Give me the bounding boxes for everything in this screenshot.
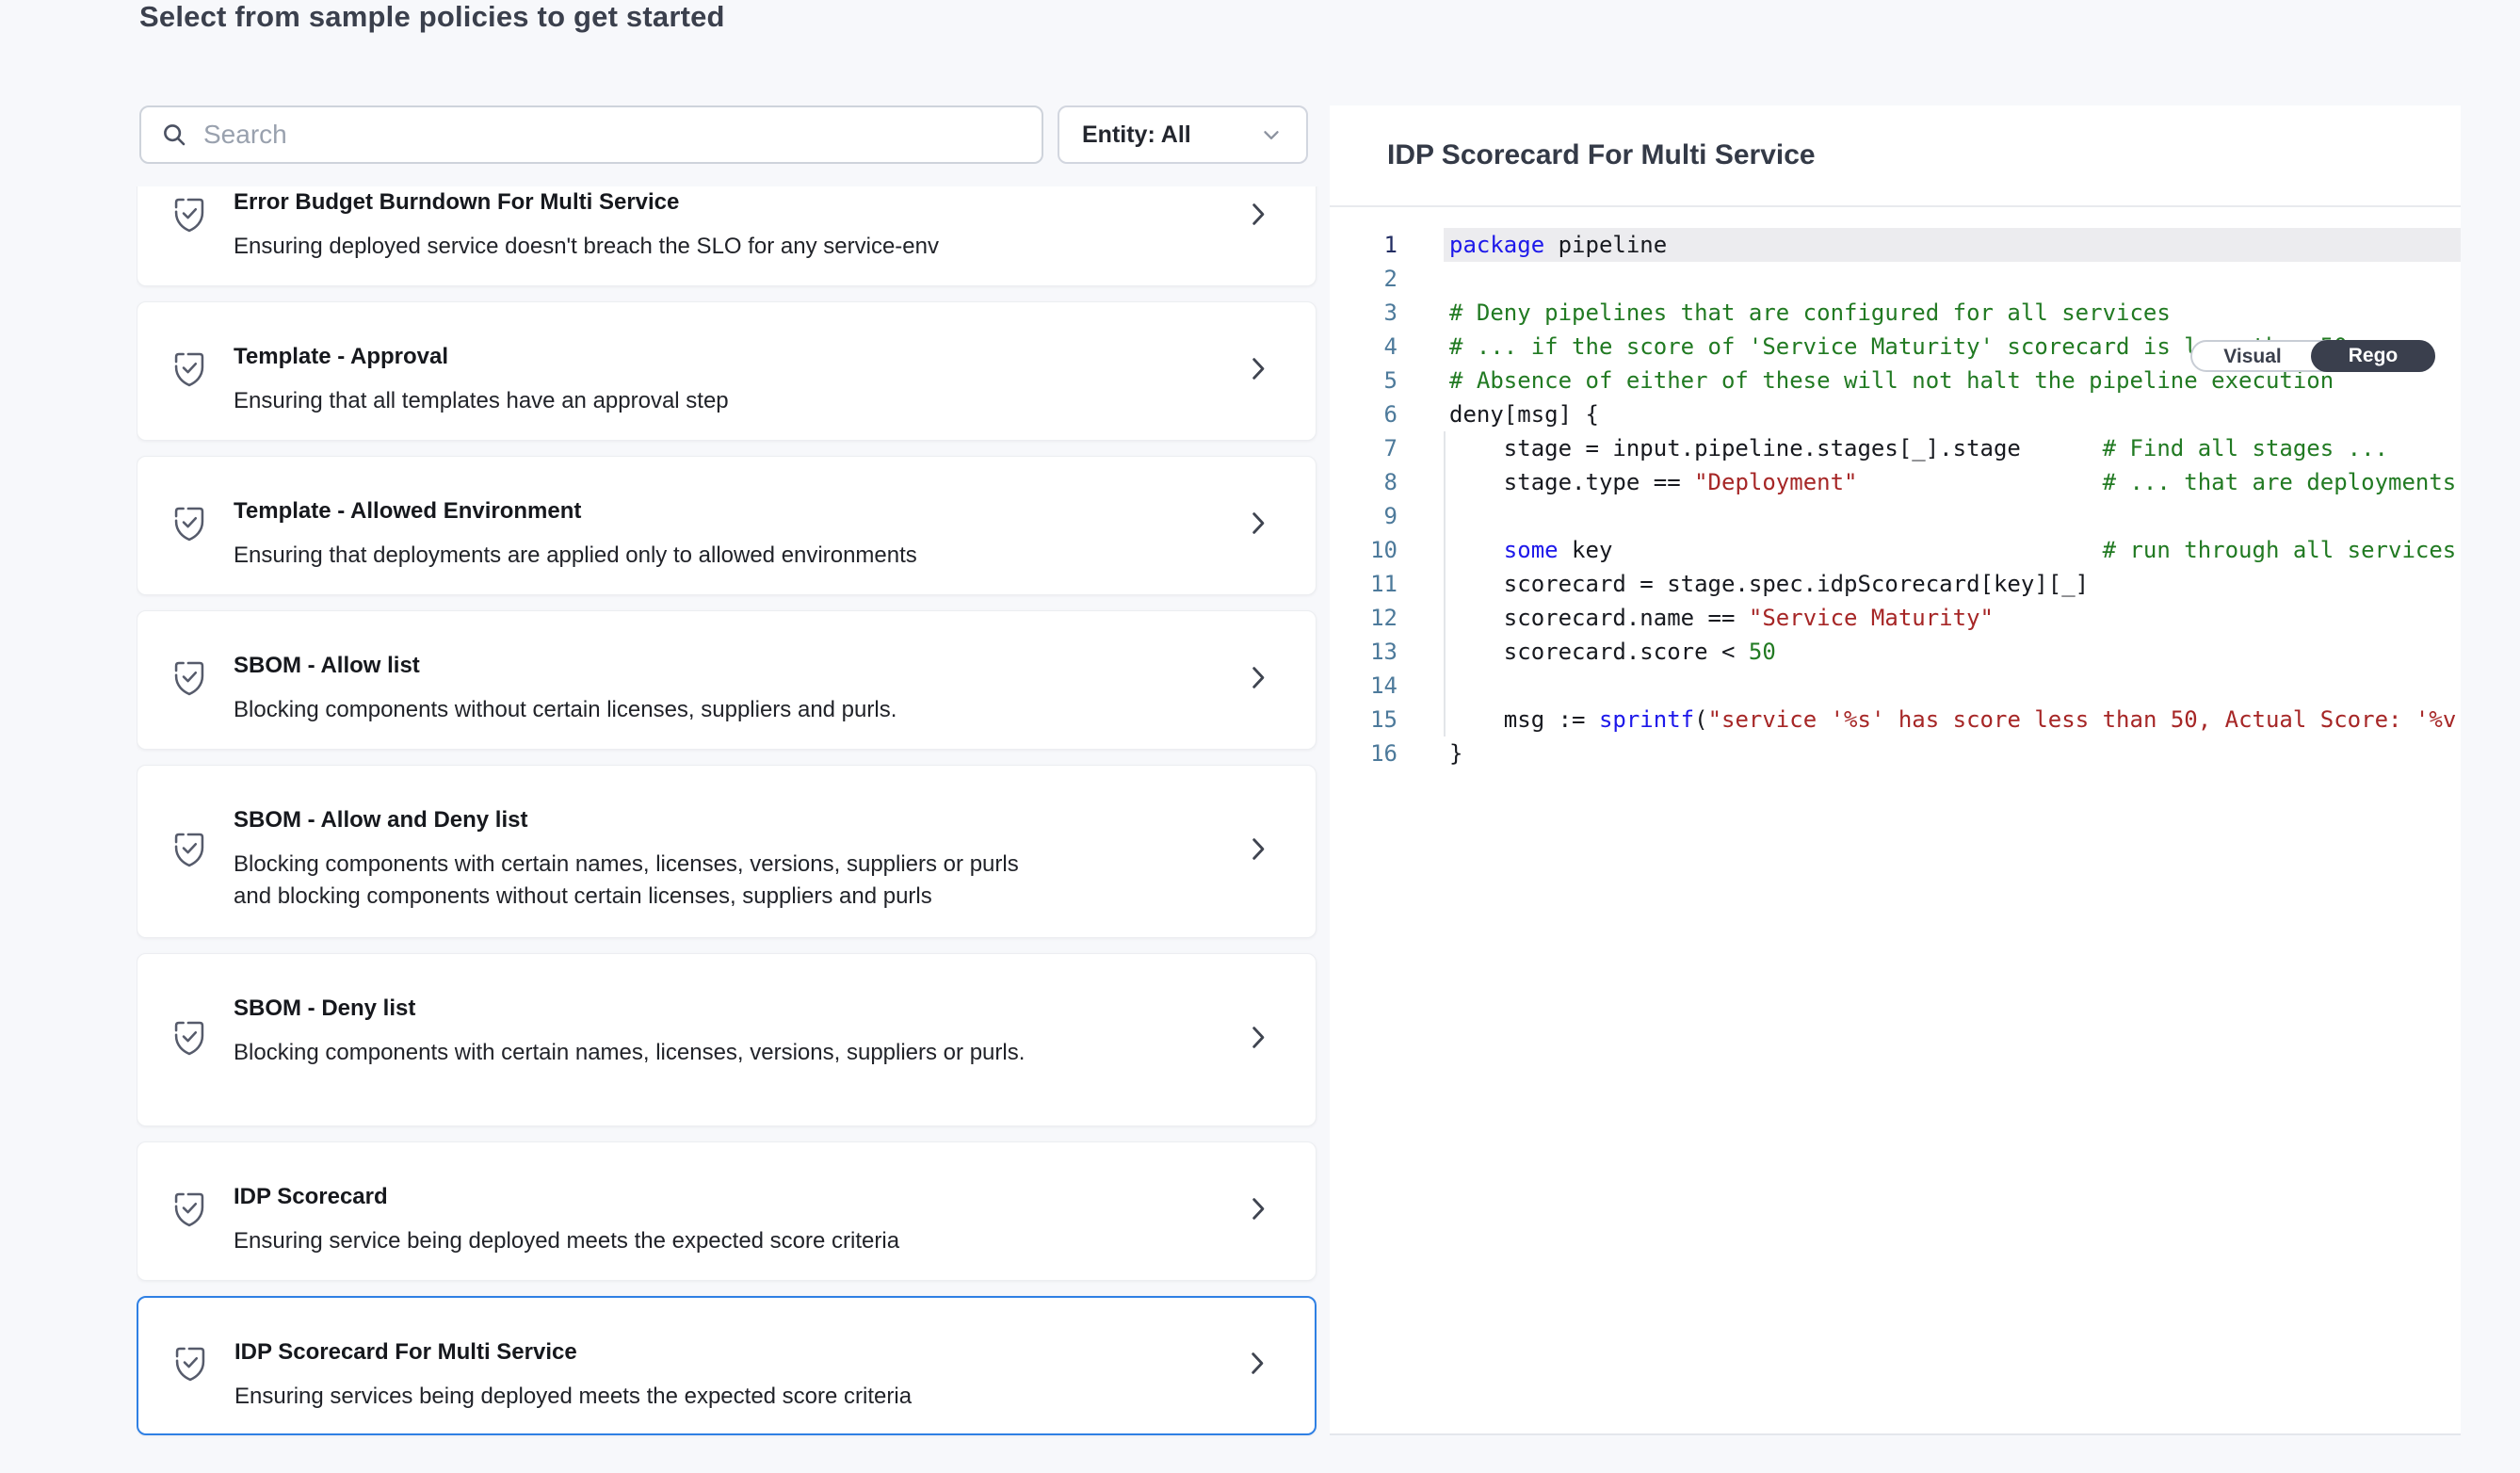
policy-description: Ensuring that all templates have an appr… [234,385,1062,417]
policy-description: Blocking components with certain names, … [234,849,1062,913]
line-number: 7 [1330,431,1397,465]
code-line [1449,499,2461,533]
shield-check-icon [171,1189,207,1235]
policy-card[interactable]: Error Budget Burndown For Multi Service E… [137,186,1317,286]
line-number: 12 [1330,601,1397,635]
shield-check-icon [171,348,207,395]
entity-filter-dropdown[interactable]: Entity: All [1058,105,1308,164]
chevron-right-icon [1244,354,1272,389]
line-number: 6 [1330,397,1397,431]
policy-card[interactable]: SBOM - Deny list Blocking components with… [137,953,1317,1126]
shield-check-icon [171,1017,207,1063]
policy-title: Template - Approval [234,344,448,370]
code-line: stage.type == "Deployment" # ... that ar… [1449,465,2461,499]
policy-description: Blocking components without certain lice… [234,694,1062,726]
policy-title: IDP Scorecard [234,1184,388,1210]
code-line: deny[msg] { [1449,397,2461,431]
code-editor: 12345678910111213141516 package pipeline… [1330,209,2461,1433]
code-line: msg := sprintf("service '%s' has score l… [1449,703,2461,736]
policy-title: IDP Scorecard For Multi Service [234,1339,577,1366]
code-line: some key # run through all services [1449,533,2461,567]
detail-panel-header: IDP Scorecard For Multi Service [1330,105,2461,207]
line-number: 11 [1330,567,1397,601]
policy-card[interactable]: IDP Scorecard Ensuring service being depl… [137,1141,1317,1281]
shield-check-icon [171,194,207,240]
search-input[interactable] [203,120,1023,150]
search-input-wrapper [139,105,1043,164]
chevron-right-icon [1244,200,1272,235]
code-line: scorecard = stage.spec.idpScorecard[key]… [1449,567,2461,601]
policy-card[interactable]: IDP Scorecard For Multi Service Ensuring … [137,1296,1317,1435]
chevron-right-icon [1244,834,1272,869]
policy-card[interactable]: Template - Allowed Environment Ensuring t… [137,456,1317,595]
shield-check-icon [171,829,207,875]
shield-check-icon [171,503,207,549]
code-line: } [1449,736,2461,770]
policy-description: Blocking components with certain names, … [234,1037,1062,1069]
view-toggle-option-visual[interactable]: Visual [2192,342,2313,370]
policy-card[interactable]: SBOM - Allow and Deny list Blocking compo… [137,765,1317,938]
shield-check-icon [171,657,207,704]
line-number: 9 [1330,499,1397,533]
chevron-right-icon [1244,663,1272,698]
policy-description: Ensuring services being deployed meets t… [234,1381,1063,1413]
line-number-gutter: 12345678910111213141516 [1330,228,1397,770]
view-toggle-option-rego[interactable]: Rego [2311,340,2435,372]
policy-title: Error Budget Burndown For Multi Service [234,189,679,216]
detail-panel-title: IDP Scorecard For Multi Service [1387,139,1816,171]
view-toggle: VisualRego [2190,340,2435,372]
policy-card[interactable]: Template - Approval Ensuring that all tem… [137,301,1317,441]
line-number: 2 [1330,262,1397,296]
policy-card[interactable]: SBOM - Allow list Blocking components wit… [137,610,1317,750]
code-line: package pipeline [1449,228,2461,262]
code-line [1449,262,2461,296]
shield-check-icon [172,1343,208,1389]
entity-filter-label: Entity: All [1082,121,1191,149]
code-line: # Deny pipelines that are configured for… [1449,296,2461,330]
policy-title: Template - Allowed Environment [234,498,581,525]
line-number: 14 [1330,669,1397,703]
code-line [1449,669,2461,703]
policy-list: Error Budget Burndown For Multi Service E… [137,186,1320,1458]
chevron-right-icon [1244,509,1272,543]
line-number: 16 [1330,736,1397,770]
policy-detail-panel: IDP Scorecard For Multi Service 12345678… [1330,105,2461,1435]
chevron-down-icon [1259,122,1284,147]
chevron-right-icon [1244,1023,1272,1058]
line-number: 3 [1330,296,1397,330]
chevron-right-icon [1244,1194,1272,1229]
line-number: 10 [1330,533,1397,567]
policy-description: Ensuring service being deployed meets th… [234,1225,1062,1257]
line-number: 15 [1330,703,1397,736]
line-number: 8 [1330,465,1397,499]
line-number: 1 [1330,228,1397,262]
search-icon [160,121,188,149]
line-number: 13 [1330,635,1397,669]
code-line: stage = input.pipeline.stages[_].stage #… [1449,431,2461,465]
page-title: Select from sample policies to get start… [139,0,725,34]
policy-title: SBOM - Allow and Deny list [234,807,527,834]
line-number: 5 [1330,364,1397,397]
policy-title: SBOM - Deny list [234,995,415,1022]
line-number: 4 [1330,330,1397,364]
policy-description: Ensuring deployed service doesn't breach… [234,231,1062,263]
policy-title: SBOM - Allow list [234,653,420,679]
code-line: scorecard.name == "Service Maturity" [1449,601,2461,635]
code-content: package pipeline # Deny pipelines that ar… [1444,228,2461,770]
policy-description: Ensuring that deployments are applied on… [234,540,1062,572]
code-line: scorecard.score < 50 [1449,635,2461,669]
chevron-right-icon [1243,1349,1271,1384]
